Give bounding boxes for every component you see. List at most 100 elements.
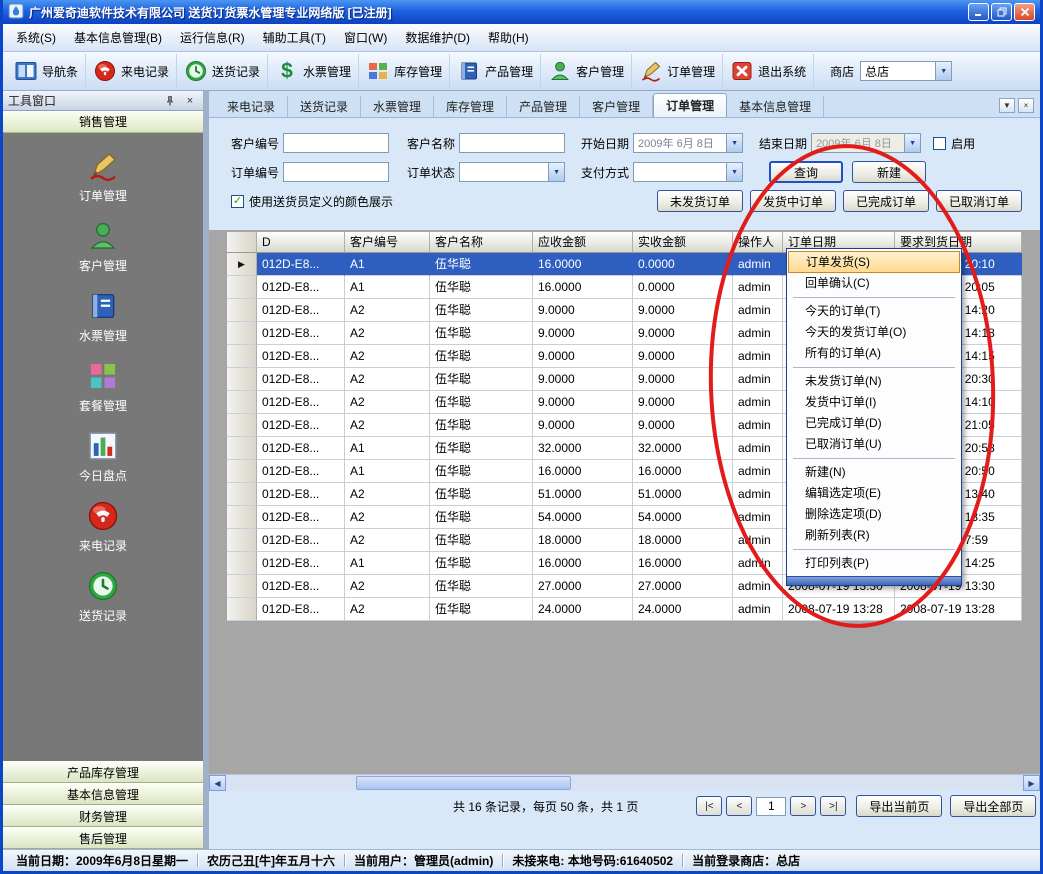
row-selector[interactable] — [227, 460, 257, 483]
toolbar-button-delivery-clock[interactable]: 送货记录 — [177, 54, 268, 88]
menu-item-7[interactable]: 帮助(H) — [479, 24, 538, 51]
grid-column-header[interactable]: 实收金额 — [633, 232, 733, 253]
row-selector[interactable] — [227, 529, 257, 552]
context-menu-item[interactable]: 今天的订单(T) — [787, 301, 961, 322]
sidebar-item-order-pen[interactable]: 订单管理 — [3, 149, 203, 204]
toolbar-button-exit[interactable]: 退出系统 — [723, 54, 814, 88]
pay-method-combobox[interactable]: ▼ — [633, 162, 743, 182]
customer-name-input[interactable] — [459, 133, 565, 153]
context-menu-item[interactable]: 所有的订单(A) — [787, 343, 961, 364]
color-checkbox[interactable]: ✓ — [231, 195, 244, 208]
sidebar-group-sales[interactable]: 销售管理 — [3, 111, 203, 133]
store-combobox[interactable]: 总店 ▼ — [860, 61, 952, 81]
close-button[interactable] — [1014, 3, 1035, 21]
context-menu-item[interactable]: 已完成订单(D) — [787, 413, 961, 434]
end-date-picker[interactable]: 2009年 6月 8日 ▼ — [811, 133, 921, 153]
sidebar-group-1[interactable]: 产品库存管理 — [3, 761, 203, 783]
chevron-down-icon[interactable]: ▼ — [935, 62, 951, 80]
tab-2[interactable]: 送货记录 — [288, 96, 361, 117]
page-number-input[interactable]: 1 — [756, 797, 786, 816]
context-menu-item[interactable]: 未发货订单(N) — [787, 371, 961, 392]
pin-icon[interactable] — [162, 93, 178, 108]
sidebar-item-product[interactable]: 水票管理 — [3, 289, 203, 344]
context-menu-item[interactable]: 今天的发货订单(O) — [787, 322, 961, 343]
row-selector[interactable] — [227, 345, 257, 368]
menu-item-6[interactable]: 数据维护(D) — [396, 24, 479, 51]
grid-column-header[interactable]: D — [257, 232, 345, 253]
tab-3[interactable]: 水票管理 — [361, 96, 434, 117]
order-status-combobox[interactable]: ▼ — [459, 162, 565, 182]
menu-item-4[interactable]: 辅助工具(T) — [254, 24, 335, 51]
context-menu-item[interactable]: 刷新列表(R) — [787, 525, 961, 546]
sidebar-item-delivery-clock[interactable]: 送货记录 — [3, 569, 203, 624]
grid-column-header[interactable]: 操作人 — [733, 232, 783, 253]
first-page-button[interactable]: |< — [696, 796, 722, 816]
grid-column-header[interactable]: 客户名称 — [430, 232, 533, 253]
context-menu-item[interactable]: 回单确认(C) — [787, 273, 961, 294]
minimize-button[interactable] — [968, 3, 989, 21]
context-menu-item[interactable]: 已取消订单(U) — [787, 434, 961, 455]
chevron-down-icon[interactable]: ▼ — [726, 163, 742, 181]
tab-4[interactable]: 库存管理 — [434, 96, 507, 117]
tab-1[interactable]: 来电记录 — [215, 96, 288, 117]
context-menu-item[interactable]: 新建(N) — [787, 462, 961, 483]
row-selector[interactable] — [227, 414, 257, 437]
last-page-button[interactable]: >| — [820, 796, 846, 816]
context-menu-item[interactable]: 编辑选定项(E) — [787, 483, 961, 504]
scrollbar-track[interactable] — [226, 775, 1023, 791]
export-current-page-button[interactable]: 导出当前页 — [856, 795, 942, 817]
row-selector[interactable] — [227, 483, 257, 506]
sidebar-item-stocktake-chart[interactable]: 今日盘点 — [3, 429, 203, 484]
close-icon[interactable]: × — [182, 93, 198, 108]
toolbar-button-customer[interactable]: 客户管理 — [541, 54, 632, 88]
sidebar-group-4[interactable]: 售后管理 — [3, 827, 203, 849]
context-menu-item[interactable]: 打印列表(P) — [787, 553, 961, 574]
order-status-filter-button-4[interactable]: 已取消订单 — [936, 190, 1022, 212]
toolbar-button-inventory[interactable]: 库存管理 — [359, 54, 450, 88]
tab-8[interactable]: 基本信息管理 — [727, 96, 824, 117]
scrollbar-thumb[interactable] — [356, 776, 571, 790]
row-selector[interactable] — [227, 299, 257, 322]
sidebar-item-customer[interactable]: 客户管理 — [3, 219, 203, 274]
row-selector[interactable] — [227, 598, 257, 621]
context-menu-item[interactable]: 发货中订单(I) — [787, 392, 961, 413]
start-date-picker[interactable]: 2009年 6月 8日 ▼ — [633, 133, 743, 153]
tab-5[interactable]: 产品管理 — [507, 96, 580, 117]
order-no-input[interactable] — [283, 162, 389, 182]
menu-item-3[interactable]: 运行信息(R) — [171, 24, 254, 51]
row-selector[interactable] — [227, 322, 257, 345]
menu-item-1[interactable]: 系统(S) — [7, 24, 65, 51]
grid-column-header[interactable]: 客户编号 — [345, 232, 430, 253]
sidebar-group-3[interactable]: 财务管理 — [3, 805, 203, 827]
row-selector[interactable] — [227, 391, 257, 414]
query-button[interactable]: 查询 — [769, 161, 843, 183]
scroll-right-icon[interactable]: ▶ — [1023, 775, 1040, 791]
order-status-filter-button-2[interactable]: 发货中订单 — [750, 190, 836, 212]
new-button[interactable]: 新建 — [852, 161, 926, 183]
horizontal-scrollbar[interactable]: ◀ ▶ — [209, 774, 1040, 791]
row-selector[interactable]: ▶ — [227, 253, 257, 276]
scroll-left-icon[interactable]: ◀ — [209, 775, 226, 791]
tab-7[interactable]: 订单管理 — [653, 93, 727, 117]
tab-list-dropdown-icon[interactable]: ▼ — [999, 98, 1015, 113]
next-page-button[interactable]: > — [790, 796, 816, 816]
row-selector[interactable] — [227, 368, 257, 391]
restore-button[interactable] — [991, 3, 1012, 21]
toolbar-button-water-ticket[interactable]: $水票管理 — [268, 54, 359, 88]
toolbar-button-incoming-call[interactable]: 来电记录 — [86, 54, 177, 88]
row-selector[interactable] — [227, 437, 257, 460]
context-menu-item[interactable]: 订单发货(S) — [788, 251, 960, 273]
toolbar-button-nav-panel[interactable]: 导航条 — [7, 54, 86, 88]
order-status-filter-button-3[interactable]: 已完成订单 — [843, 190, 929, 212]
export-all-pages-button[interactable]: 导出全部页 — [950, 795, 1036, 817]
row-selector[interactable] — [227, 276, 257, 299]
chevron-down-icon[interactable]: ▼ — [726, 134, 742, 152]
tab-6[interactable]: 客户管理 — [580, 96, 653, 117]
sidebar-group-2[interactable]: 基本信息管理 — [3, 783, 203, 805]
order-status-filter-button-1[interactable]: 未发货订单 — [657, 190, 743, 212]
customer-no-input[interactable] — [283, 133, 389, 153]
row-selector[interactable] — [227, 552, 257, 575]
toolbar-button-order-pen[interactable]: 订单管理 — [632, 54, 723, 88]
prev-page-button[interactable]: < — [726, 796, 752, 816]
menu-item-5[interactable]: 窗口(W) — [335, 24, 396, 51]
